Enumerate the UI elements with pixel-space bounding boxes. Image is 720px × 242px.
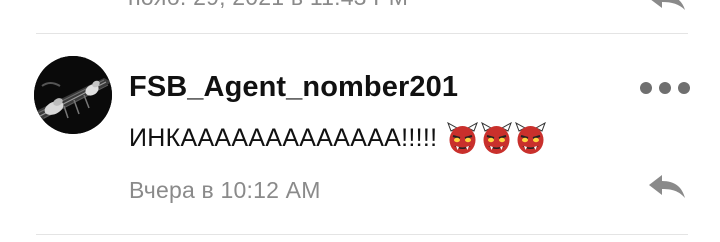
- comment-timestamp: Вчера в 10:12 AM: [129, 177, 321, 203]
- divider: [36, 234, 688, 235]
- ogre-icon: [447, 121, 479, 154]
- comment-message: ИНКААААААААААААА!!!!!: [129, 120, 547, 156]
- username[interactable]: FSB_Agent_nomber201: [129, 71, 458, 104]
- ogre-icon: [515, 121, 547, 154]
- previous-comment-timestamp: нояб. 29, 2021 в 11:43 PM: [128, 0, 408, 11]
- comment-text: ИНКААААААААААААА!!!!!: [129, 123, 438, 152]
- reply-arrow-icon: [649, 175, 685, 198]
- ogre-icon: [481, 121, 513, 154]
- comment-item: FSB_Agent_nomber201 ИНКААААААААААААА!!!!…: [0, 34, 720, 234]
- avatar[interactable]: [34, 56, 112, 134]
- reply-button[interactable]: [646, 172, 688, 200]
- more-horizontal-icon: [640, 82, 652, 94]
- more-options-button[interactable]: [640, 78, 690, 98]
- previous-comment: нояб. 29, 2021 в 11:43 PM: [0, 0, 720, 34]
- reply-arrow-icon[interactable]: [646, 0, 688, 10]
- emoji-list: [447, 121, 547, 155]
